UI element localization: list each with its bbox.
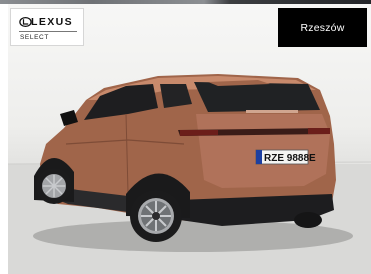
location-label: Rzeszów bbox=[300, 21, 345, 34]
dealer-logo[interactable]: LEXUS SELECT bbox=[10, 8, 84, 46]
license-plate: RZE 9888E bbox=[264, 153, 316, 164]
logo-divider bbox=[19, 31, 77, 32]
brand-name: LEXUS bbox=[31, 16, 74, 28]
location-button[interactable]: Rzeszów bbox=[278, 8, 367, 47]
brand-subtitle: SELECT bbox=[20, 34, 49, 41]
